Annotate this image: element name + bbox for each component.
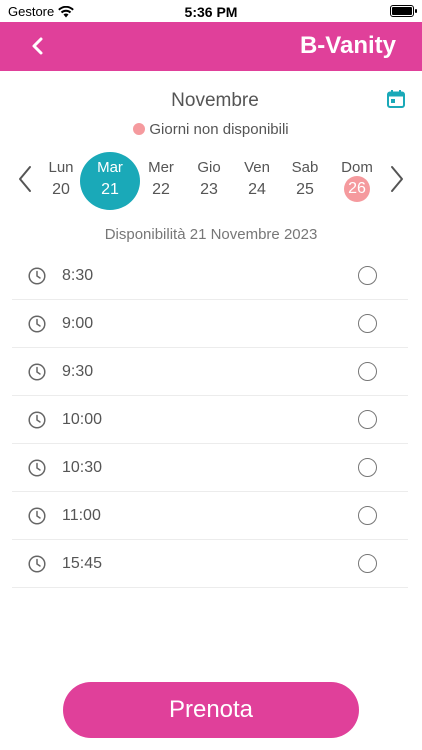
- day-name: Sab: [291, 159, 319, 176]
- slot-radio[interactable]: [358, 410, 377, 429]
- month-header: Novembre: [0, 88, 422, 114]
- app-title: B-Vanity: [299, 32, 396, 59]
- slot-radio[interactable]: [358, 314, 377, 333]
- clock-icon: [28, 459, 46, 477]
- time-slot[interactable]: 10:30: [12, 444, 408, 492]
- day-sun-unavailable: Dom 26: [327, 152, 387, 210]
- time-slot[interactable]: 8:30: [12, 252, 408, 300]
- slot-time: 10:00: [62, 411, 103, 428]
- slot-radio[interactable]: [358, 362, 377, 381]
- status-time: 5:36 PM: [184, 4, 238, 20]
- slot-time: 10:30: [62, 459, 103, 476]
- time-slot[interactable]: 15:45: [12, 540, 408, 588]
- month-title: Novembre: [171, 90, 259, 111]
- clock-icon: [28, 555, 46, 573]
- time-slot[interactable]: 11:00: [12, 492, 408, 540]
- clock-icon: [28, 315, 46, 333]
- time-slot-list: 8:30 9:00 9:30 10:00 10:30 11:00 15:45: [12, 252, 408, 588]
- chevron-right-icon[interactable]: [388, 164, 406, 194]
- slot-time: 9:00: [62, 315, 94, 332]
- clock-icon: [28, 411, 46, 429]
- back-chevron-icon[interactable]: [26, 34, 50, 58]
- slot-radio[interactable]: [358, 266, 377, 285]
- slot-time: 9:30: [62, 363, 94, 380]
- time-slot[interactable]: 10:00: [12, 396, 408, 444]
- clock-icon: [28, 267, 46, 285]
- slot-time: 15:45: [62, 555, 103, 572]
- slot-radio[interactable]: [358, 506, 377, 525]
- slot-time: 8:30: [62, 267, 94, 284]
- clock-icon: [28, 507, 46, 525]
- clock-icon: [28, 363, 46, 381]
- slot-radio[interactable]: [358, 458, 377, 477]
- battery-icon: [390, 5, 417, 17]
- slot-time: 11:00: [62, 507, 101, 524]
- unavailable-dot-icon: [133, 123, 146, 135]
- legend-label: Giorni non disponibili: [149, 121, 289, 138]
- calendar-icon[interactable]: [386, 89, 406, 109]
- day-number: 25: [296, 181, 314, 198]
- day-name: Dom: [341, 159, 373, 176]
- time-slot[interactable]: 9:30: [12, 348, 408, 396]
- availability-label: Disponibilità 21 Novembre 2023: [104, 226, 318, 243]
- nav-bar: B-Vanity: [0, 22, 422, 71]
- slot-radio[interactable]: [358, 554, 377, 573]
- day-number: 26: [344, 176, 370, 202]
- day-sat[interactable]: Sab 25: [275, 152, 335, 210]
- time-slot[interactable]: 9:00: [12, 300, 408, 348]
- legend: Giorni non disponibili: [0, 121, 422, 138]
- book-button[interactable]: Prenota: [63, 682, 359, 738]
- status-bar: Gestore 5:36 PM: [0, 0, 422, 22]
- week-strip: Lun 20 Mar 21 Mer 22 Gio 23 Ven 24 Sab 2…: [0, 152, 422, 210]
